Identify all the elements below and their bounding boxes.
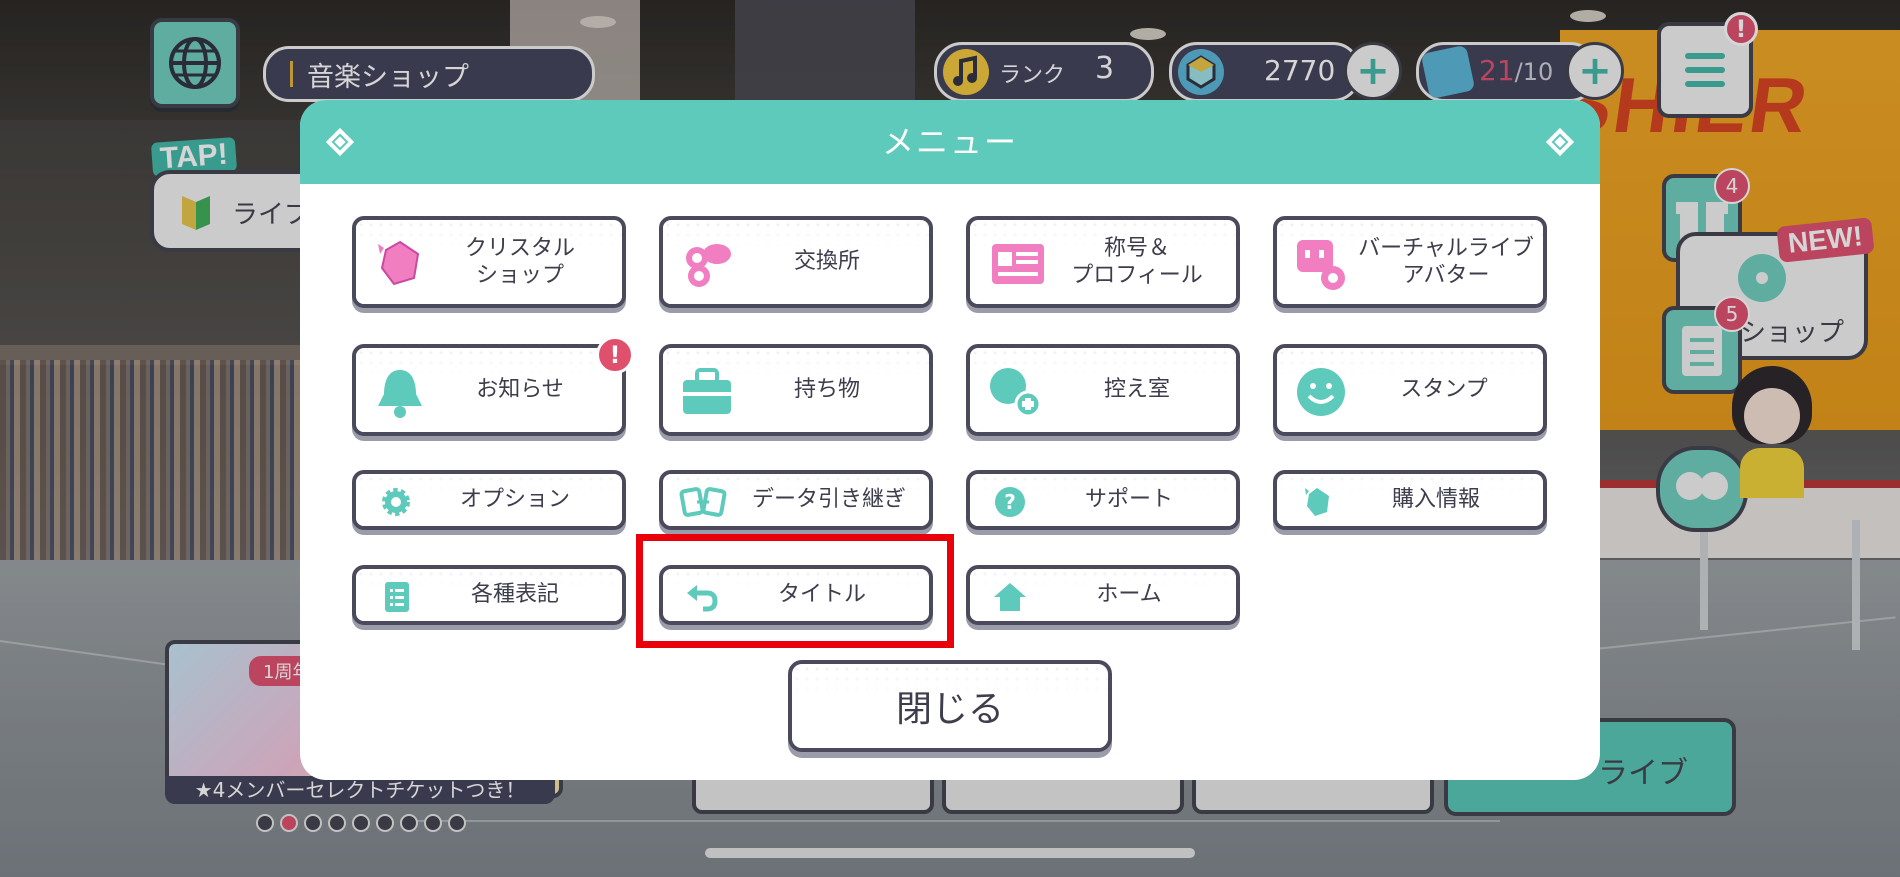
crystal-icon	[370, 234, 428, 292]
data-transfer-icon	[679, 484, 727, 520]
svg-text:?: ?	[1004, 490, 1016, 514]
menu-item-home[interactable]: ホーム	[966, 565, 1240, 625]
smiley-stamp-icon	[1295, 366, 1347, 418]
menu-item-label: 持ち物	[793, 377, 860, 403]
menu-item-label: 控え室	[1103, 377, 1170, 403]
close-button[interactable]: 閉じる	[788, 660, 1112, 752]
menu-item-label: 称号＆ プロフィール	[1071, 235, 1203, 289]
gear-icon	[380, 486, 412, 518]
highlight-box	[636, 534, 954, 648]
question-icon: ?	[994, 486, 1026, 518]
exchange-coins-icon	[677, 234, 737, 294]
menu-item-inventory[interactable]: 持ち物	[659, 344, 933, 436]
bell-icon	[374, 364, 426, 420]
menu-item-news[interactable]: お知らせ	[352, 344, 626, 436]
menu-item-support[interactable]: ? サポート	[966, 470, 1240, 530]
menu-item-virtual-live-avatar[interactable]: バーチャルライブ アバター	[1273, 216, 1547, 308]
menu-item-label: 交換所	[793, 249, 860, 275]
menu-item-label: 購入情報	[1391, 487, 1480, 513]
menu-item-data-transfer[interactable]: データ引き継ぎ	[659, 470, 933, 530]
briefcase-icon	[679, 366, 735, 418]
menu-item-label: スタンプ	[1400, 377, 1488, 403]
menu-item-label: データ引き継ぎ	[751, 487, 906, 513]
menu-item-legal-notices[interactable]: 各種表記	[352, 565, 626, 625]
menu-item-label: クリスタル ショップ	[464, 235, 575, 289]
menu-item-label: オプション	[459, 487, 570, 513]
menu-item-stamps[interactable]: スタンプ	[1273, 344, 1547, 436]
menu-title: メニュー	[881, 123, 1018, 161]
home-icon	[992, 581, 1028, 613]
menu-item-label: バーチャルライブ アバター	[1358, 235, 1534, 289]
menu-item-label: ホーム	[1096, 582, 1162, 608]
purchase-crystal-icon	[1301, 484, 1333, 518]
menu-item-title-profile[interactable]: 称号＆ プロフィール	[966, 216, 1240, 308]
menu-item-purchase-info[interactable]: 購入情報	[1273, 470, 1547, 530]
menu-item-waiting-room[interactable]: 控え室	[966, 344, 1240, 436]
menu-item-label: サポート	[1084, 487, 1173, 513]
profile-card-icon	[990, 240, 1046, 288]
waiting-room-icon	[984, 360, 1044, 422]
menu-item-options[interactable]: オプション	[352, 470, 626, 530]
menu-item-label: お知らせ	[476, 377, 564, 403]
avatar-gear-icon	[1291, 234, 1351, 294]
document-list-icon	[384, 581, 410, 613]
menu-item-label: 各種表記	[470, 582, 559, 608]
menu-item-crystal-shop[interactable]: クリスタル ショップ	[352, 216, 626, 308]
menu-item-exchange[interactable]: 交換所	[659, 216, 933, 308]
news-alert-badge: !	[596, 336, 634, 374]
close-button-label: 閉じる	[792, 664, 1108, 748]
